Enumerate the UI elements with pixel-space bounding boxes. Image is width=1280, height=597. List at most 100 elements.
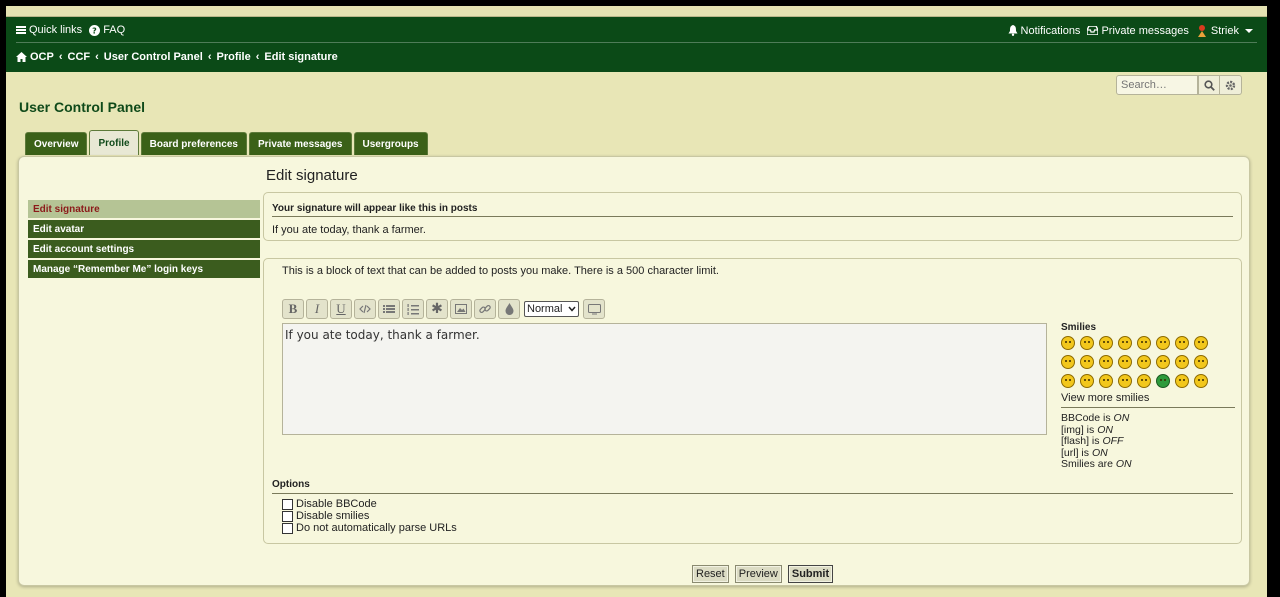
page-title: User Control Panel [19, 99, 146, 115]
disable-urls-option[interactable]: Do not automatically parse URLs [282, 522, 457, 534]
smilies-status-value: ON [1115, 458, 1132, 470]
italic-button[interactable]: I [306, 299, 328, 319]
smiley-icon[interactable] [1194, 374, 1208, 388]
private-messages-link[interactable]: Private messages [1087, 24, 1189, 37]
smiley-icon[interactable] [1099, 336, 1113, 350]
signature-textarea[interactable]: If you ate today, thank a farmer. [282, 323, 1047, 435]
disable-bbcode-checkbox[interactable] [282, 498, 293, 510]
link-button[interactable] [474, 299, 496, 319]
disable-smilies-label: Disable smilies [296, 510, 370, 522]
quick-links-label: Quick links [29, 24, 83, 36]
smiley-icon[interactable] [1061, 374, 1075, 388]
smiley-icon[interactable] [1099, 374, 1113, 388]
section-heading: Edit signature [266, 167, 358, 184]
smiley-icon[interactable] [1118, 336, 1132, 350]
sidebar-item-edit-signature[interactable]: Edit signature [28, 200, 260, 218]
disable-urls-checkbox[interactable] [282, 522, 293, 534]
smiley-icon[interactable] [1194, 355, 1208, 369]
sidebar-item-remember-me-keys[interactable]: Manage “Remember Me” login keys [28, 260, 260, 278]
tab-private-messages[interactable]: Private messages [248, 132, 352, 155]
svg-text:?: ? [92, 26, 97, 35]
breadcrumb-item-edit-signature[interactable]: Edit signature [264, 51, 337, 63]
inbox-icon [1087, 26, 1099, 35]
sidebar-item-edit-account-settings[interactable]: Edit account settings [28, 240, 260, 258]
underline-button[interactable]: U [330, 299, 352, 319]
image-button[interactable] [450, 299, 472, 319]
smiley-icon[interactable] [1080, 336, 1094, 350]
smiley-icon[interactable] [1099, 355, 1113, 369]
signature-description: This is a block of text that can be adde… [282, 265, 719, 277]
bold-icon: B [288, 301, 298, 316]
smiley-icon[interactable] [1061, 355, 1075, 369]
tab-overview[interactable]: Overview [25, 132, 88, 155]
quick-links-link[interactable]: Quick links [16, 24, 82, 36]
smiley-icon[interactable] [1156, 336, 1170, 350]
smiley-icon[interactable] [1175, 355, 1189, 369]
header-bar: Quick links ? FAQ Notifications Private … [6, 17, 1267, 72]
user-menu[interactable]: Striek [1196, 24, 1257, 37]
submit-button[interactable]: Submit [787, 565, 834, 583]
breadcrumb-item-ccf[interactable]: CCF [68, 51, 91, 63]
smilies-heading: Smilies [1061, 322, 1097, 333]
search-box [1116, 75, 1242, 95]
font-color-button[interactable] [498, 299, 520, 319]
smiley-icon[interactable] [1080, 355, 1094, 369]
smiley-icon[interactable] [1137, 336, 1151, 350]
view-more-smilies-link[interactable]: View more smilies [1061, 392, 1235, 408]
advanced-search-button[interactable] [1220, 75, 1242, 95]
list-button[interactable] [378, 299, 400, 319]
tab-usergroups[interactable]: Usergroups [353, 132, 428, 155]
search-button[interactable] [1198, 75, 1220, 95]
navbar: Quick links ? FAQ Notifications Private … [16, 24, 1257, 43]
smiley-icon[interactable] [1194, 336, 1208, 350]
breadcrumb-item-ucp[interactable]: User Control Panel [104, 51, 203, 63]
home-icon [16, 52, 27, 62]
smiley-icon[interactable] [1080, 374, 1094, 388]
preview-text: If you ate today, thank a farmer. [272, 224, 426, 236]
sidebar-item-edit-avatar[interactable]: Edit avatar [28, 220, 260, 238]
bbcode-status-value: ON [1113, 412, 1130, 424]
ordered-list-icon [407, 303, 419, 315]
breadcrumb-item-ocp[interactable]: OCP [30, 51, 54, 63]
smiley-icon[interactable] [1061, 336, 1075, 350]
preview-button[interactable]: Preview [734, 565, 782, 583]
search-input[interactable] [1116, 75, 1198, 95]
smiley-icon[interactable] [1156, 355, 1170, 369]
list-item-button[interactable]: ✱ [426, 299, 448, 319]
flash-status-label: [flash] is [1061, 435, 1100, 447]
faq-link[interactable]: ? FAQ [89, 24, 125, 36]
ucp-panel: Edit signature Edit avatar Edit account … [18, 156, 1250, 586]
disable-smilies-checkbox[interactable] [282, 510, 293, 522]
smiley-icon[interactable] [1118, 374, 1132, 388]
smiley-icon[interactable] [1137, 355, 1151, 369]
font-size-select[interactable]: Normal [524, 301, 580, 317]
search-icon [1203, 79, 1215, 91]
disable-bbcode-label: Disable BBCode [296, 498, 377, 510]
smilies-panel: Smilies View more smilies BBCode is ON [… [1061, 322, 1235, 471]
disable-bbcode-option[interactable]: Disable BBCode [282, 498, 377, 510]
reset-button[interactable]: Reset [692, 565, 729, 583]
img-status-label: [img] is [1061, 423, 1095, 436]
italic-icon: I [314, 301, 320, 316]
ordered-list-button[interactable] [402, 299, 424, 319]
hamburger-icon [16, 26, 26, 34]
code-icon [359, 304, 371, 314]
caret-down-icon [1245, 28, 1253, 33]
smiley-icon[interactable] [1156, 374, 1170, 388]
underline-icon: U [336, 301, 346, 316]
smiley-icon[interactable] [1118, 355, 1132, 369]
tab-profile[interactable]: Profile [89, 130, 139, 155]
tab-board-preferences[interactable]: Board preferences [140, 132, 247, 155]
list-icon [383, 305, 395, 313]
disable-smilies-option[interactable]: Disable smilies [282, 510, 369, 522]
smiley-icon[interactable] [1175, 374, 1189, 388]
smiley-icon[interactable] [1137, 374, 1151, 388]
breadcrumb-separator: ‹ [95, 51, 99, 63]
breadcrumb-item-profile[interactable]: Profile [217, 51, 251, 63]
notifications-link[interactable]: Notifications [1008, 24, 1080, 37]
bold-button[interactable]: B [282, 299, 304, 319]
preview-toggle-button[interactable] [583, 299, 606, 319]
smiley-icon[interactable] [1175, 336, 1189, 350]
code-button[interactable] [354, 299, 376, 319]
asterisk-icon: ✱ [431, 301, 443, 317]
